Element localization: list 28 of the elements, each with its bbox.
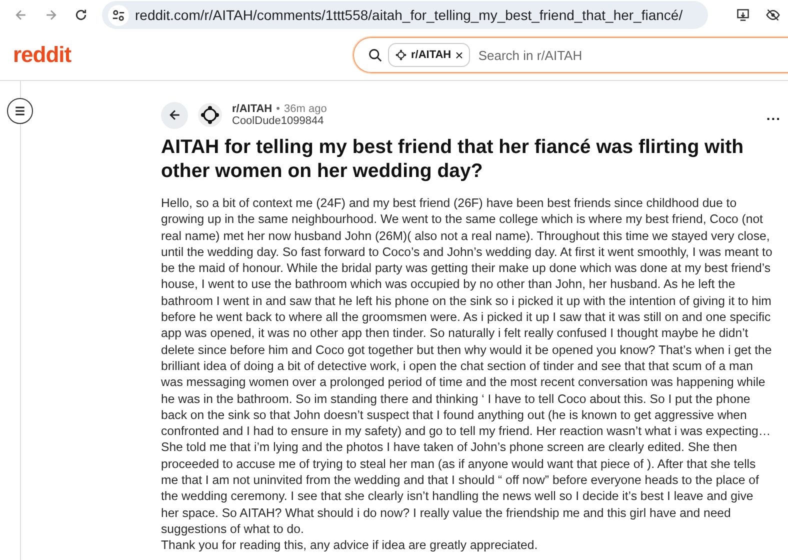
post-paragraph: Hello, so a bit of context me (24F) and my best friend (26F) have been best friends since childhood due to growing up in the same neighbourhood. We went to the same college which is where my best friend, Coco (not real name) met her now husband John (26M)( also not a real name). Throughout this time we stayed very close, until the wedding day. So fast forward to Coco’s and John’s wedding day. At first it went smoothly, I was meant to be the maid of honour. While the bridal party was getting their make up done which was done at my best friend’s house, I went to use the bathroom which was occupied by no other than John, her husband. As he left the bathroom I went in and saw that he left his phone on the sink so i picked it up with the intention of giving it to him before he went back to where all the groomsmen were. As i picked it up I saw that it was still on and one specific app was opened, it was no other app then tinder. So naturally i felt really confused I thought maybe he didn’t delete since before him and Coco got together but then why would it be opened you know? That’s when i get the brilliant idea of doing a bit of detective work, i open the chat section of tinder and see that that scum of a man was messaging women over a prolonged period of time and the most recent conversation was happening while he was in the bathroom. So im standing there and thinking ‘ I have to tell Coco about this. So I put the phone back on the sink so that John doesn’t suspect that I found anything out (he is known to get aggressive when confronted and I had to ensure in my safety) and go to tell my friend. Her reaction wasn’t what i was expecting… She told me that i’m lying and the photos I have taken of John’s phone screen are clearly edited. She then proceeded to accuse me of trying to steal her man (as if anyone would want that piece of ). After that she tells me that I am not uninvited from the wedding and that I should “ off now” before everyone heads to the place of the wedding ceremony. I see that she clearly isn’t handling the news well so I decide it’s best I leave and give her space. So AITAH? What should i do now? I really value the friendship me and this girl have and need suggestions of what to do. <box>161 195 773 538</box>
menu-icon <box>13 104 27 118</box>
community-icon <box>395 49 407 61</box>
forward-icon[interactable] <box>44 8 58 22</box>
reload-icon[interactable] <box>74 8 88 22</box>
back-arrow-icon <box>168 108 182 122</box>
post-paragraph: Thank you for reading this, any advice if idea are greatly appreciated. <box>161 537 539 554</box>
chip-label: r/AITAH <box>411 49 452 61</box>
url-text: reddit.com/r/AITAH/comments/1ttt558/aitah_for_telling_my_best_friend_that_her_fiancé/ <box>135 7 683 23</box>
community-avatar-icon[interactable] <box>198 103 222 127</box>
address-bar[interactable]: reddit.com/r/AITAH/comments/1ttt558/aitah_for_telling_my_best_friend_that_her_fiancé/ <box>102 1 708 29</box>
subreddit-link[interactable]: r/AITAH <box>232 103 272 115</box>
post-title: AITAH for telling my best friend that her fiancé was flirting with other women on her wedding day? <box>161 135 745 183</box>
menu-button[interactable] <box>7 98 33 124</box>
back-icon[interactable] <box>14 8 28 22</box>
author-link[interactable]: CoolDude1099844 <box>232 115 756 127</box>
site-settings-icon[interactable] <box>108 4 129 26</box>
eye-slash-icon[interactable] <box>766 8 780 22</box>
more-options-button[interactable]: ... <box>766 107 781 123</box>
back-button[interactable] <box>161 102 188 128</box>
reddit-logo[interactable]: reddit <box>13 42 72 68</box>
search-field[interactable]: r/AITAH × Search in r/AITAH <box>353 37 788 73</box>
separator: • <box>276 103 280 115</box>
close-icon[interactable]: × <box>455 48 464 62</box>
search-icon <box>368 48 382 62</box>
install-icon[interactable] <box>736 8 750 22</box>
post-time: 36m ago <box>284 103 327 115</box>
subreddit-chip[interactable]: r/AITAH × <box>388 43 470 67</box>
